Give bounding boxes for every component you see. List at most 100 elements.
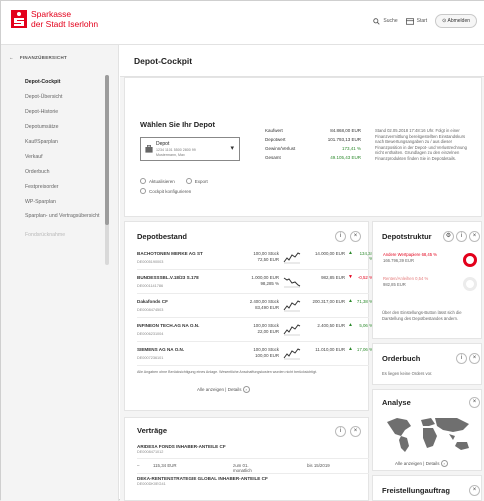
vertraege-card: Verträge i × ARIDESA FONDS INHABER-ANTEI…	[124, 417, 369, 501]
depotbestand-note: Alle Angaben ohne Berücksichtigung eines…	[137, 370, 318, 374]
holding-price: 100,00 EUR	[255, 353, 279, 358]
analyse-title: Analyse	[382, 398, 411, 407]
holding-percent: -0,52 %	[357, 275, 373, 280]
holding-name: Dakafonds CF	[137, 299, 168, 304]
structure-ring-inactive[interactable]	[463, 277, 477, 291]
summary-value: 49.105,43 EUR	[330, 155, 361, 160]
structure-value: 982,85 EUR	[383, 281, 406, 287]
contract-item[interactable]: DEKA-RENTENSTRATEGIE GLOBAL INHABER-ANTE…	[137, 476, 369, 486]
show-all-label: Alle anzeigen | Details	[395, 461, 440, 466]
freistellung-title: Freistellungauftrag	[382, 486, 450, 495]
holding-price: 98,285 %	[260, 281, 279, 286]
logout-button[interactable]: ⊙ Abmelden	[435, 14, 477, 28]
info-icon: i	[339, 233, 342, 239]
close-icon: ×	[472, 355, 477, 361]
orderbuch-card: Orderbuch i × Es liegen keine Orders vor…	[372, 343, 482, 385]
sidebar-scrollbar-thumb[interactable]	[105, 75, 109, 225]
close-button[interactable]: ×	[350, 231, 361, 242]
depotstruktur-info-button[interactable]: i	[456, 231, 467, 242]
back-to-overview-link[interactable]: ← FINANZÜBERSICHT	[9, 55, 67, 60]
holding-name: INFINEON TECH.AG NA O.N.	[137, 323, 200, 328]
holding-row[interactable]: BACHOTONEN MERKE AG ST DE0005190003 100,00…	[137, 248, 373, 270]
orderbuch-close-button[interactable]: ×	[469, 353, 480, 364]
sidebar-item-festpreisorder[interactable]: Festpreisorder	[1, 180, 105, 195]
arrow-up-icon: ▲	[348, 298, 353, 304]
sidebar-item-wp-sparplan[interactable]: WP-Sparplan	[1, 195, 105, 210]
start-button[interactable]: Start	[405, 17, 427, 25]
freistellung-close-button[interactable]: ×	[469, 485, 480, 496]
sparkline-icon[interactable]	[283, 250, 301, 264]
settings-button[interactable]: ⚙	[443, 231, 454, 242]
info-icon: i	[339, 428, 342, 434]
sidebar-item-kauf-sparplan[interactable]: Kauf/Sparplan	[1, 135, 105, 150]
structure-item-renten[interactable]: Renten/Anleihen 0,54 % 982,85 EUR	[383, 276, 473, 287]
info-button[interactable]: i	[335, 231, 346, 242]
sidebar-item-depot-uebersicht[interactable]: Depot-Übersicht	[1, 90, 105, 105]
sparkline-icon[interactable]	[283, 298, 301, 312]
radio-configure-circle[interactable]	[140, 188, 146, 194]
structure-value: 166.796,39 EUR	[383, 257, 414, 263]
contract-date: bis 15/2019	[307, 463, 330, 468]
arrow-left-icon: ←	[9, 55, 14, 60]
chevron-right-icon: ›	[440, 460, 448, 467]
contract-bullet: –	[137, 463, 140, 468]
sparkasse-logo-icon[interactable]	[11, 10, 27, 28]
app-window: Sparkasse der Stadt Iserlohn Suche Start…	[0, 0, 484, 501]
holding-row[interactable]: BUNDESSSBL.V.18/23 S.178 DE0001141786 1.00…	[137, 272, 373, 294]
holding-percent: 134,34 %	[359, 251, 373, 261]
radio-configure[interactable]: Cockpit konfigurieren	[140, 188, 191, 194]
radio-configure-label: Cockpit konfigurieren	[149, 188, 192, 194]
radio-export-label: Export	[194, 178, 208, 184]
orderbuch-info-button[interactable]: i	[456, 353, 467, 364]
sparkline-icon[interactable]	[283, 346, 301, 360]
contract-isin: DE0008471012	[137, 450, 164, 454]
brand-name[interactable]: Sparkasse der Stadt Iserlohn	[31, 9, 98, 29]
holding-row[interactable]: Dakafonds CF DE0008474503 2.400,00 Stück 83…	[137, 296, 373, 318]
brand-line-2: der Stadt Iserlohn	[31, 19, 99, 29]
sidebar-item-orderbuch[interactable]: Orderbuch	[1, 165, 105, 180]
holding-price: 83,490 EUR	[255, 305, 279, 310]
structure-item-andere[interactable]: Andere Wertpapiere 68,45 % 166.796,39 EU…	[383, 252, 473, 263]
contract-item[interactable]: ARIDESA FONDS INHABER-ANTEILE CF DE00084…	[137, 444, 369, 474]
sidebar-item-vertragsuebersicht[interactable]: Sparplan- und Vertragsübersicht	[1, 210, 105, 228]
vertraege-title: Verträge	[137, 426, 168, 435]
holding-isin: DE0001141786	[137, 284, 164, 288]
radio-update[interactable]: Aktualisieren Export	[140, 178, 208, 184]
arrow-up-icon: ▲	[348, 322, 353, 328]
holding-quantity: 1.000,00 EUR 98,285 %	[247, 275, 279, 287]
sidebar-item-verkauf[interactable]: Verkauf	[1, 150, 105, 165]
page-title: Depot-Cockpit	[134, 56, 193, 66]
holding-row[interactable]: SIEMENS AG NA O.N. DE0007236101 100,00 Stü…	[137, 344, 373, 366]
analyse-close-button[interactable]: ×	[469, 397, 480, 408]
sidebar-menu: Depot-Cockpit Depot-Übersicht Depot-Hist…	[1, 75, 105, 243]
top-header: Sparkasse der Stadt Iserlohn Suche Start…	[1, 1, 484, 45]
vertraege-close-button[interactable]: ×	[350, 426, 361, 437]
sparkline-icon[interactable]	[283, 274, 301, 288]
vertraege-info-button[interactable]: i	[335, 426, 346, 437]
summary-value: 84.868,00 EUR	[330, 128, 361, 133]
depotbestand-show-all-link[interactable]: Alle anzeigen | Details ›	[197, 386, 250, 393]
holding-price: 22,00 EUR	[257, 329, 279, 334]
radio-export-circle[interactable]	[185, 178, 192, 184]
radio-update-circle[interactable]	[140, 178, 146, 184]
sidebar-item-depot-historie[interactable]: Depot-Historie	[1, 105, 105, 120]
depotstruktur-close-button[interactable]: ×	[469, 231, 480, 242]
sidebar-item-depotumsaetze[interactable]: Depotumsätze	[1, 120, 105, 135]
holding-row[interactable]: INFINEON TECH.AG NA O.N. DE0006231004 100,…	[137, 320, 373, 342]
search-button[interactable]: Suche	[373, 17, 398, 25]
arrow-up-icon: ▲	[348, 250, 353, 256]
depot-select[interactable]: Depot 1234 1101 5500 2800 99 Mustermann,…	[140, 137, 240, 161]
holding-isin: DE0008474503	[137, 308, 164, 312]
sparkline-icon[interactable]	[283, 322, 301, 336]
depotbestand-title: Depotbestand	[137, 232, 188, 241]
structure-ring-active[interactable]	[463, 253, 477, 267]
sidebar-item-fondsruecknahme[interactable]: Fondsrücknahme	[1, 228, 105, 243]
holding-value: 14.000,00 EUR	[314, 251, 345, 256]
holding-name: BACHOTONEN MERKE AG ST	[137, 251, 203, 256]
depot-select-number: 1234 1101 5500 2800 99	[156, 148, 196, 152]
sidebar-item-depot-cockpit[interactable]: Depot-Cockpit	[1, 75, 105, 90]
sidebar-scrollbar[interactable]	[105, 75, 109, 265]
holding-percent: 71,38 %	[356, 299, 373, 304]
briefcase-icon	[145, 145, 153, 153]
analyse-show-all-link[interactable]: Alle anzeigen | Details ›	[395, 460, 448, 467]
